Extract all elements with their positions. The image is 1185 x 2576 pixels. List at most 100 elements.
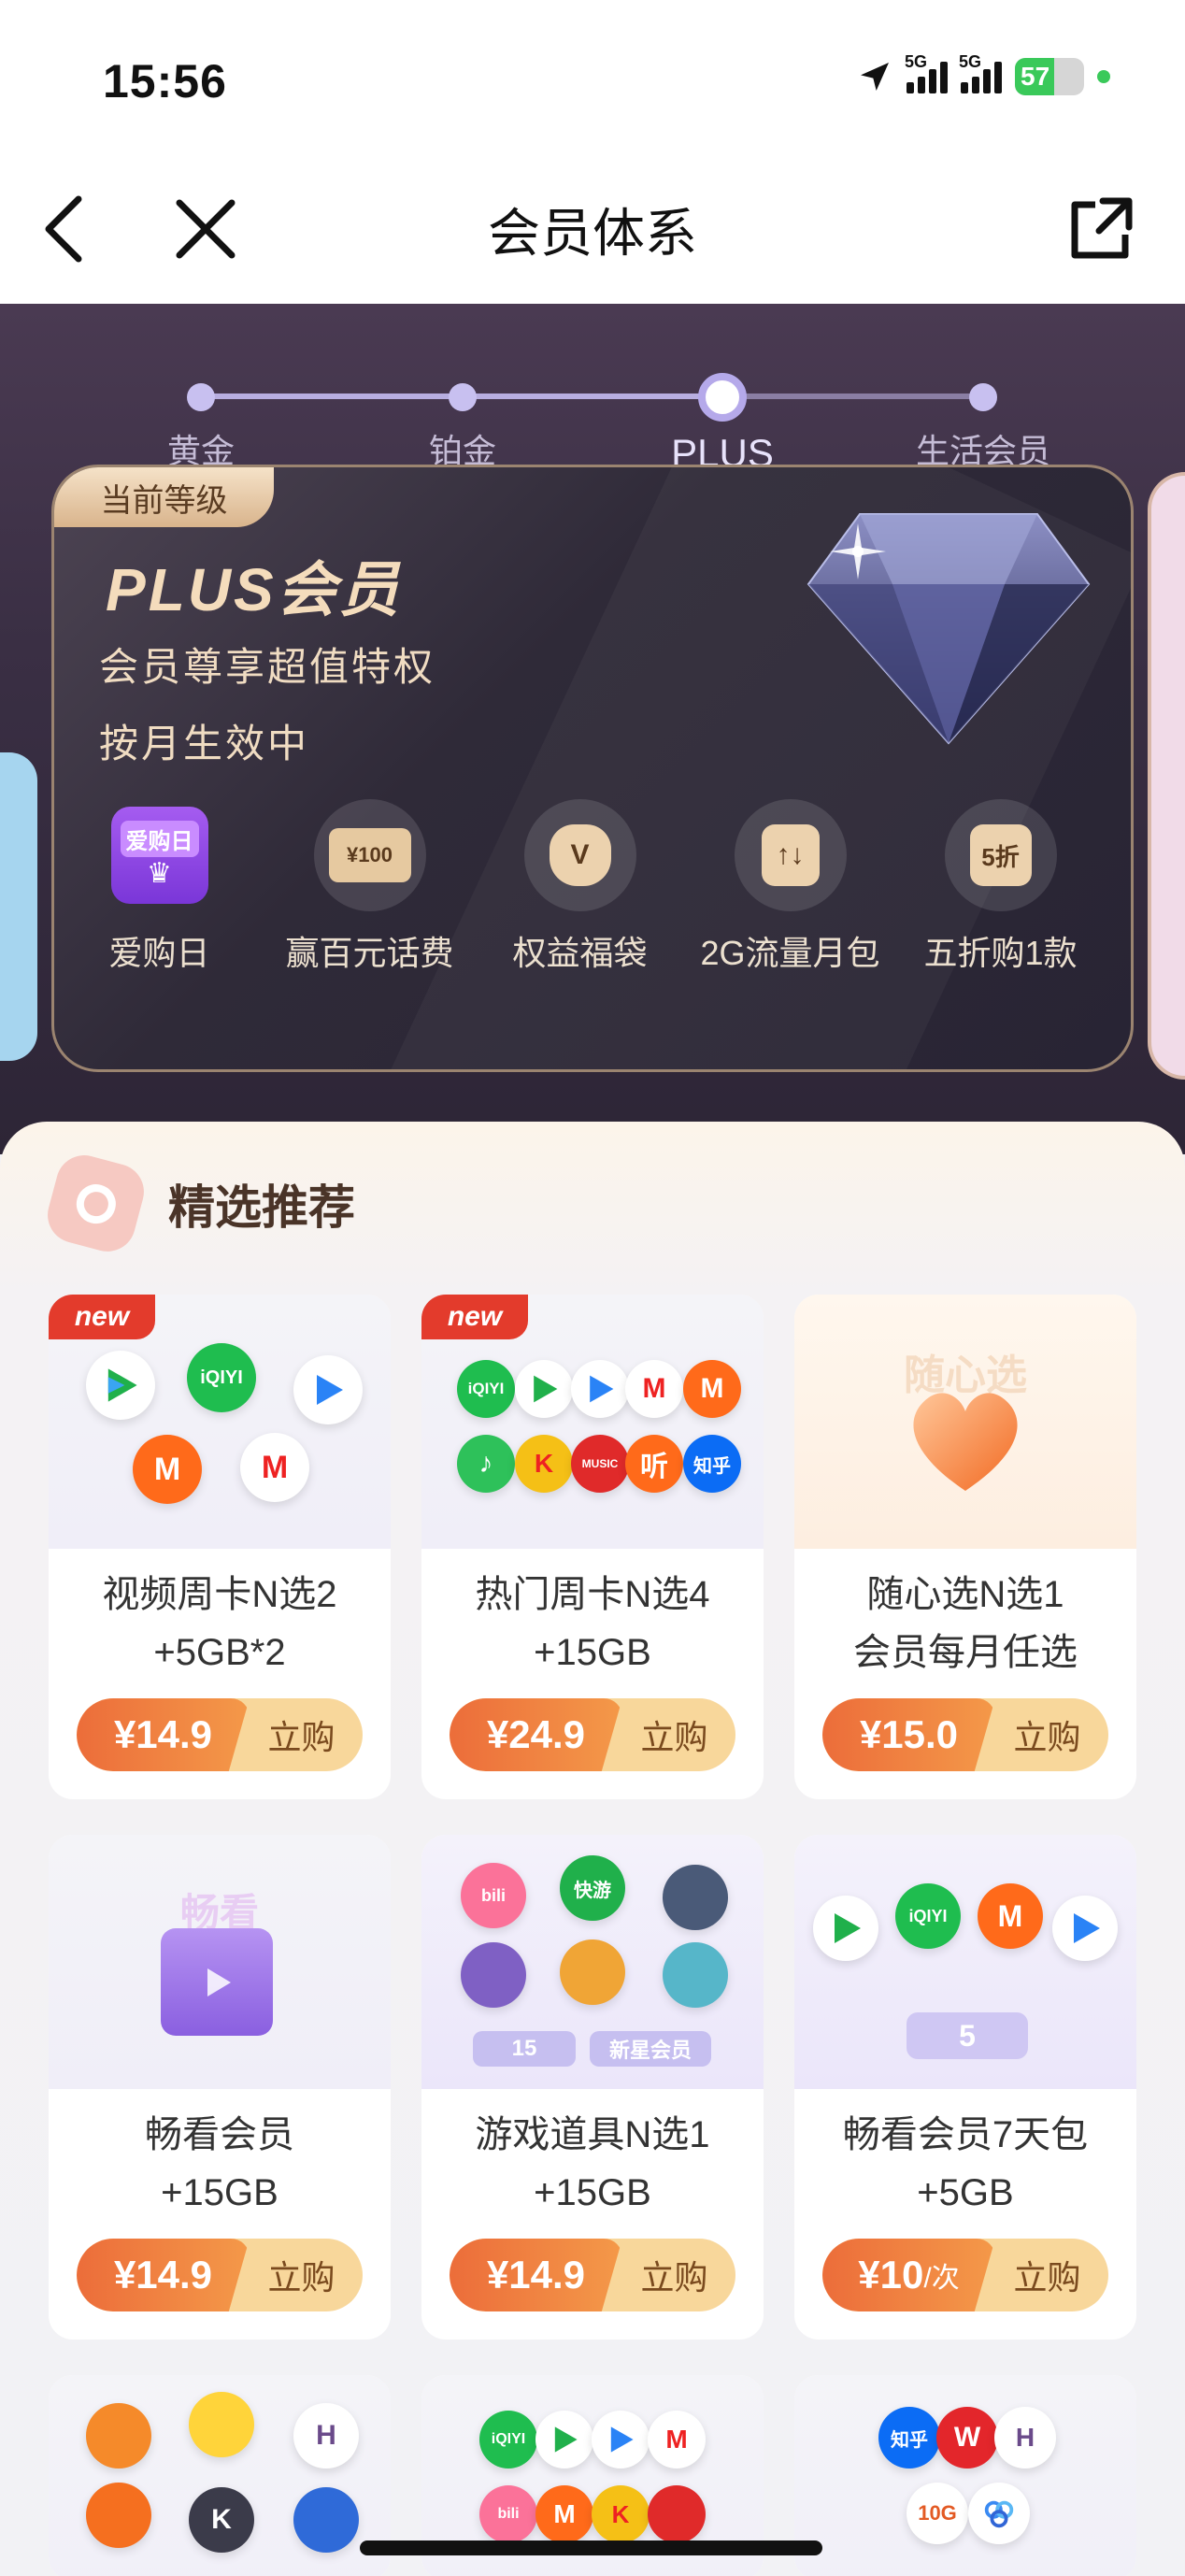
recommend-header: 精选推荐 [41,1149,355,1258]
member-card-desc: 会员尊享超值特权 [99,645,436,689]
product-image: bili 快游 15 新星会员 [421,1835,764,2089]
image-badge: 新星会员 [590,2031,711,2067]
buy-label: 立购 [640,2258,708,2297]
battery-level: 57 [1021,62,1050,91]
buy-button[interactable]: ¥24.9 立购 [450,1698,735,1771]
product-image: 畅看 [49,1835,391,2089]
mgtv-icon: M [978,1883,1043,1949]
ting-icon: 听 [625,1435,683,1493]
bilibili-icon: bili [461,1863,526,1928]
member-card-status: 按月生效中 [99,722,310,766]
product-card[interactable]: iQIYI M M ♪ K MUSIC 听 知乎 new 热门周卡N选4 +15… [421,1295,764,1799]
page-title: 会员体系 [488,204,697,263]
perk-label: 五折购1款 [923,934,1078,972]
perk-item[interactable]: ¥100 赢百元话费 [264,799,475,975]
qq-music-icon: ♪ [457,1435,515,1493]
prev-level-card[interactable] [0,752,37,1061]
h-app-icon: H [293,2403,359,2469]
netease-music-icon [648,2485,706,2543]
share-button[interactable] [1054,182,1148,276]
product-card[interactable]: H K [49,2375,391,2576]
mgtv-icon: M [683,1360,741,1418]
level-tab-plus[interactable]: PLUS [629,341,816,476]
perk-label: 2G流量月包 [700,934,880,972]
share-icon [1071,197,1133,259]
netease-music-icon: MUSIC [571,1435,629,1493]
product-title: 游戏道具N选1 +15GB [475,2114,710,2213]
kugou-icon: K [592,2485,650,2543]
app-icon [293,2487,359,2553]
level-tab-platinum[interactable]: 铂金 [369,341,556,473]
half-price-icon: 5折 [969,824,1032,886]
youku-icon [293,1355,363,1424]
nav-bar: 会员体系 [0,154,1185,304]
kugou-icon: K [515,1435,573,1493]
product-title: 视频周卡N选2 +5GB*2 [102,1574,337,1673]
buy-button[interactable]: ¥14.9 立购 [77,2239,363,2311]
product-price: ¥14.9 [450,2239,622,2311]
wps-icon: W [936,2407,998,2469]
recommend-title: 精选推荐 [168,1181,355,1234]
product-title: 热门周卡N选4 +15GB [475,1574,710,1673]
buy-label: 立购 [267,2258,336,2297]
lucky-bag-icon: V [549,824,611,886]
diamond-icon [807,513,1091,745]
status-indicators: 5G 5G 57 [856,52,1110,95]
battery-icon: 57 [1015,58,1084,95]
product-image: 随心选 [794,1295,1136,1549]
product-card[interactable]: bili 快游 15 新星会员 游戏道具N选1 +15GB ¥14.9 立购 [421,1835,764,2340]
perk-label: 爱购日 [108,934,210,972]
product-title: 畅看会员7天包 +5GB [842,2114,1089,2213]
iqiyi-icon: iQIYI [457,1360,515,1418]
tencent-video-icon [813,1896,878,1961]
data-package-icon: ↑↓ [761,824,820,886]
tencent-video-icon [515,1360,573,1418]
perk-item[interactable]: ↑↓ 2G流量月包 [685,799,895,975]
product-price: ¥15.0 [822,1698,995,1771]
tencent-video-icon [535,2411,593,2469]
new-badge: new [49,1295,155,1339]
product-card[interactable]: 知乎 W H 10G [794,2375,1136,2576]
perk-item[interactable]: 爱购日 ♛ 爱购日 [54,799,264,975]
buy-button[interactable]: ¥10/次 立购 [822,2239,1108,2311]
game-avatar-icon [663,1942,728,2008]
bilibili-icon: bili [479,2485,537,2543]
next-level-card[interactable] [1148,472,1185,1080]
buy-button[interactable]: ¥14.9 立购 [77,1698,363,1771]
product-card[interactable]: iQIYI M 5 畅看会员7天包 +5GB ¥10/次 立购 [794,1835,1136,2340]
level-tab-life[interactable]: 生活会员 [890,341,1077,473]
product-image: H K [49,2375,391,2576]
home-indicator[interactable] [360,2540,822,2555]
perk-item[interactable]: 5折 五折购1款 [895,799,1106,975]
phone-bill-coupon-icon: ¥100 [328,828,411,882]
iqiyi-icon: iQIYI [187,1343,256,1412]
status-bar: 15:56 5G 5G 57 [0,0,1185,154]
buy-button[interactable]: ¥15.0 立购 [822,1698,1108,1771]
youku-icon [592,2411,650,2469]
product-card[interactable]: 随心选 随心选N选1 会员每月任选 ¥15.0 立购 [794,1295,1136,1799]
k-app-icon: K [189,2487,254,2553]
game-avatar-icon [461,1942,526,2008]
image-badge: 5 [907,2012,1028,2059]
zhihu-icon: 知乎 [878,2407,940,2469]
plus-member-card: 当前等级 PLUS会员 会员尊享超值特权 按月生效中 爱购日 ♛ 爱购日 ¥10… [51,465,1134,1072]
level-progress: 黄金 铂金 PLUS 生活会员 [0,341,1185,475]
privacy-indicator-dot [1097,70,1110,83]
app-icon [86,2403,151,2469]
app-icon: 10G [907,2483,968,2544]
level-tab-gold[interactable]: 黄金 [107,341,294,473]
status-time: 15:56 [103,55,227,107]
product-card[interactable]: iQIYI M M new 视频周卡N选2 +5GB*2 ¥14.9 立购 [49,1295,391,1799]
perk-item[interactable]: V 权益福袋 [475,799,685,975]
youku-icon [571,1360,629,1418]
buy-label: 立购 [267,1718,336,1756]
product-image: 知乎 W H 10G [794,2375,1136,2576]
product-title: 畅看会员 +15GB [145,2114,294,2213]
mgtv-icon: M [133,1435,202,1504]
product-price: ¥14.9 [77,1698,250,1771]
recommend-section: 精选推荐 iQIYI M M new 视频周卡N选2 +5GB*2 ¥14.9 … [0,1122,1185,2576]
h-app-icon: H [994,2407,1056,2469]
iqiyi-icon: iQIYI [479,2411,537,2469]
buy-button[interactable]: ¥14.9 立购 [450,2239,735,2311]
product-card[interactable]: 畅看 畅看会员 +15GB ¥14.9 立购 [49,1835,391,2340]
